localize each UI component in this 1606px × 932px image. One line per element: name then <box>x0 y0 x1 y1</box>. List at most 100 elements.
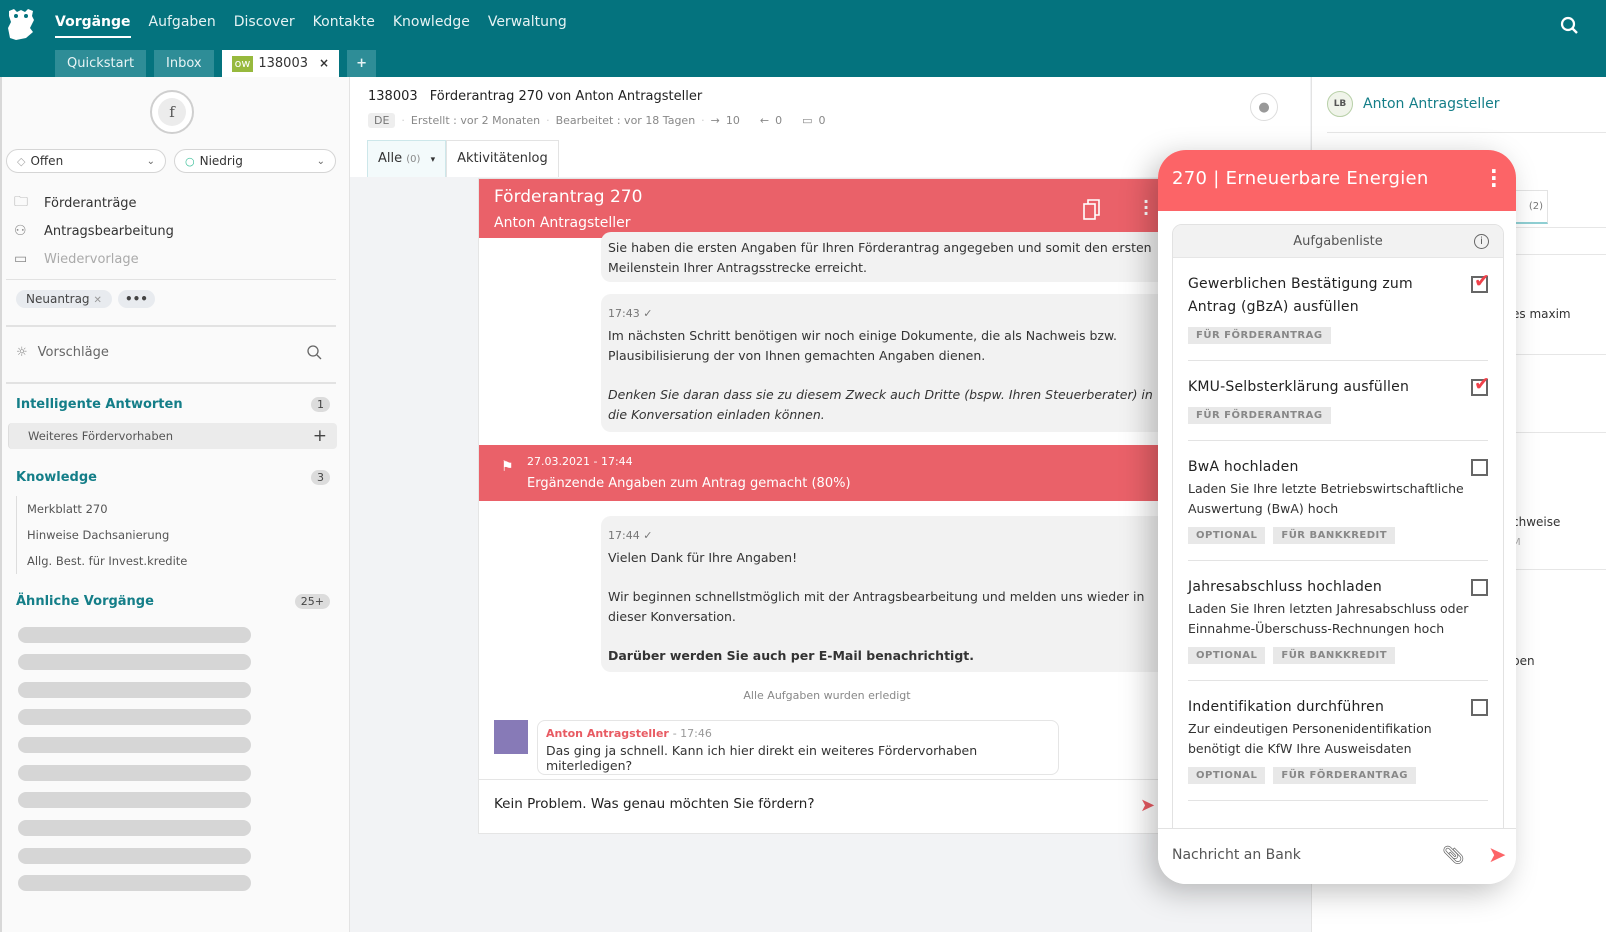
knowledge-item[interactable]: Merkblatt 270 <box>16 496 336 522</box>
remove-tag-icon[interactable]: ✕ <box>94 295 102 306</box>
task-tag: FÜR FÖRDERANTRAG <box>1188 327 1331 344</box>
count-badge: 25+ <box>294 594 330 609</box>
tag-neuantrag[interactable]: Neuantrag ✕ <box>16 290 112 308</box>
task-tag: FÜR FÖRDERANTRAG <box>1273 767 1416 784</box>
search-icon[interactable] <box>307 345 322 360</box>
item-label: Weiteres Fördervorhaben <box>28 429 173 443</box>
task-checkbox[interactable] <box>1471 270 1490 293</box>
main-nav: Vorgänge Aufgaben Discover Kontakte Know… <box>55 14 585 38</box>
task-panel-title: 270 | Erneuerbare Energien <box>1172 168 1429 189</box>
section-title: Ähnliche Vorgänge <box>16 594 154 609</box>
assignee-avatar-icon[interactable]: ● <box>1250 93 1278 121</box>
case-meta: DE · Erstellt : vor 2 Monaten · Bearbeit… <box>368 113 826 128</box>
link-foerderantraege[interactable]: 🗀 Förderanträge <box>14 189 174 217</box>
copy-icon[interactable] <box>1083 198 1101 220</box>
nav-knowledge[interactable]: Knowledge <box>393 14 470 38</box>
input-placeholder: Nachricht an Bank <box>1172 847 1301 863</box>
priority-select[interactable]: ○ Niedrig ⌄ <box>174 149 336 173</box>
task-checkbox[interactable] <box>1471 373 1490 396</box>
owl-logo-icon[interactable] <box>6 8 36 42</box>
nav-verwaltung[interactable]: Verwaltung <box>488 14 567 38</box>
sender-name: Anton Antragsteller <box>546 727 669 740</box>
case-type-badge: ow <box>231 55 254 72</box>
filter-tabs: Alle (0) ▾ Aktivitätenlog <box>367 140 559 177</box>
paperclip-icon[interactable]: 📎︎ <box>1442 845 1465 866</box>
divider <box>1327 132 1606 133</box>
divider <box>6 382 336 384</box>
task-tag: FÜR BANKKREDIT <box>1273 647 1396 664</box>
contact-name: Anton Antragsteller <box>1363 96 1500 112</box>
add-icon[interactable]: + <box>313 426 327 446</box>
info-icon[interactable]: i <box>1474 234 1489 249</box>
loading-placeholder <box>18 875 251 891</box>
priority-value: Niedrig <box>199 154 243 168</box>
workspace-tabs: Quickstart Inbox ow 138003 × + <box>55 50 376 77</box>
status-select[interactable]: ◇ Offen ⌄ <box>6 149 166 173</box>
task-checkbox[interactable] <box>1471 459 1488 476</box>
tab-inbox[interactable]: Inbox <box>154 50 214 77</box>
knowledge-item[interactable]: Hinweise Dachsanierung <box>16 522 336 548</box>
bank-message-input[interactable]: Nachricht an Bank 📎︎ ➤ <box>1158 828 1516 884</box>
link-wiedervorlage[interactable]: ▭ Wiedervorlage <box>14 245 174 273</box>
caret-down-icon: ▾ <box>430 155 436 165</box>
task-list-header: Aufgabenliste i <box>1173 225 1503 258</box>
message-time: 17:43 ✓ <box>608 307 653 320</box>
contact-header[interactable]: LB Anton Antragsteller <box>1327 91 1500 117</box>
status-value: Offen <box>30 154 64 168</box>
section-similar-cases[interactable]: Ähnliche Vorgänge 25+ <box>16 594 330 609</box>
truncated-text: chweise <box>1512 515 1561 529</box>
task-tag: OPTIONAL <box>1188 527 1266 544</box>
link-label: Wiedervorlage <box>44 251 139 267</box>
message-notice: Darüber werden Sie auch per E-Mail benac… <box>608 648 975 663</box>
separator: · <box>546 114 550 127</box>
task-checkbox[interactable] <box>1471 699 1488 716</box>
reply-input[interactable]: Kein Problem. Was genau möchten Sie förd… <box>479 779 1167 833</box>
loading-placeholder <box>18 627 251 643</box>
kebab-menu-icon[interactable]: · · · <box>1143 194 1149 222</box>
more-tags-button[interactable]: ••• <box>117 290 155 308</box>
task-tag: FÜR BANKKREDIT <box>1273 527 1396 544</box>
case-number: 138003 <box>368 89 418 104</box>
task-list: Aufgabenliste i Gewerblichen Bestätigung… <box>1172 224 1504 834</box>
link-antragsbearbeitung[interactable]: ⚇ Antragsbearbeitung <box>14 217 174 245</box>
section-knowledge[interactable]: Knowledge 3 <box>16 470 330 485</box>
customer-message: Anton Antragsteller - 17:46 Das ging ja … <box>537 720 1059 775</box>
task-item: Gewerblichen Bestätigung zum Antrag (gBz… <box>1188 258 1490 361</box>
comment-icon: ▭ <box>802 114 813 127</box>
task-panel: 270 | Erneuerbare Energien · · · Aufgabenl… <box>1158 150 1516 884</box>
message-text: Vielen Dank für Ihre Angaben! <box>608 550 798 565</box>
message-time: - 17:46 <box>672 727 712 740</box>
task-tag: OPTIONAL <box>1188 647 1266 664</box>
section-smart-answers[interactable]: Intelligente Antworten 1 <box>16 397 330 412</box>
task-name: BwA hochladen <box>1188 459 1299 475</box>
priority-circle-icon: ○ <box>185 154 195 168</box>
nav-kontakte[interactable]: Kontakte <box>313 14 375 38</box>
case-avatar[interactable]: f <box>150 90 194 134</box>
knowledge-item[interactable]: Allg. Best. für Invest.kredite <box>16 548 336 574</box>
task-checkbox[interactable] <box>1471 579 1488 596</box>
nav-aufgaben[interactable]: Aufgaben <box>149 14 216 38</box>
send-icon[interactable]: ➤ <box>1488 843 1506 868</box>
lightbulb-icon: ☼ <box>16 345 28 360</box>
message-text: Wir beginnen schnellstmöglich mit der An… <box>608 589 1145 624</box>
filter-tab-activity[interactable]: Aktivitätenlog <box>446 140 559 177</box>
tab-case[interactable]: ow 138003 × <box>221 50 340 77</box>
outgoing-count: 10 <box>725 114 740 127</box>
tag-label: Neuantrag <box>26 292 90 306</box>
case-title-text: Förderantrag 270 von Anton Antragsteller <box>429 89 703 104</box>
close-tab-icon[interactable]: × <box>319 50 329 77</box>
nav-vorgaenge[interactable]: Vorgänge <box>55 14 131 38</box>
smart-answer-item[interactable]: Weiteres Fördervorhaben + <box>8 423 337 449</box>
add-tab-button[interactable]: + <box>347 50 376 77</box>
send-icon[interactable]: ➤ <box>1140 795 1155 816</box>
incoming-count: 0 <box>775 114 783 127</box>
flag-icon: ⚑ <box>501 459 514 475</box>
task-tag: FÜR FÖRDERANTRAG <box>1188 407 1331 424</box>
filter-tab-all[interactable]: Alle (0) ▾ <box>367 140 447 177</box>
milestone-banner: ⚑ 27.03.2021 - 17:44 Ergänzende Angaben … <box>479 445 1167 501</box>
kebab-menu-icon[interactable]: · · · <box>1490 161 1498 195</box>
section-title: Intelligente Antworten <box>16 397 183 412</box>
tab-quickstart[interactable]: Quickstart <box>55 50 147 77</box>
search-icon[interactable] <box>1560 16 1580 36</box>
nav-discover[interactable]: Discover <box>234 14 295 38</box>
